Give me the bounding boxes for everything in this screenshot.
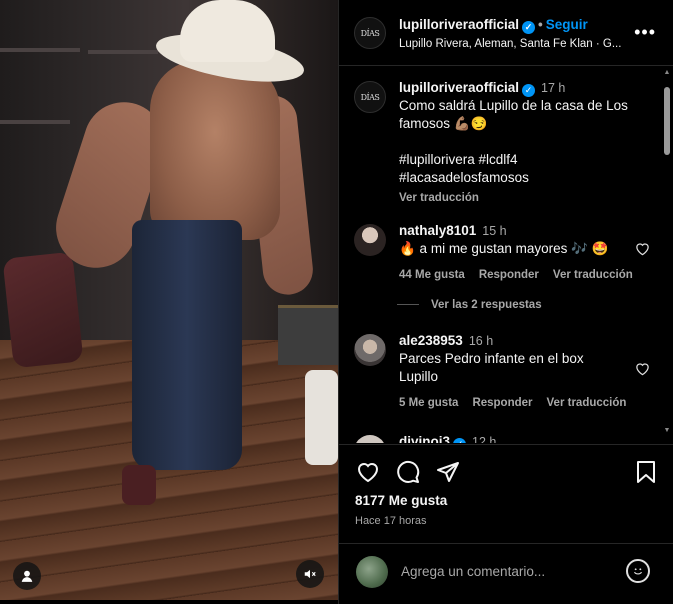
comment-body: divinoj3✓ 12 h bbox=[399, 433, 654, 443]
caption-hashtags[interactable]: #lupillorivera #lcdlf4 bbox=[399, 151, 654, 169]
verified-badge-icon: ✓ bbox=[522, 21, 536, 34]
post-header: DÍAS lupilloriveraofficial ✓ • Seguir Lupil… bbox=[339, 0, 673, 66]
emoji-button[interactable] bbox=[626, 559, 650, 583]
caption-username[interactable]: lupilloriveraofficial bbox=[399, 80, 519, 95]
scroll-down-arrow[interactable]: ▼ bbox=[663, 427, 671, 434]
verified-badge-icon: ✓ bbox=[522, 84, 536, 97]
mute-button[interactable] bbox=[296, 560, 324, 588]
comments-scrollbar[interactable]: ▲ ▼ bbox=[663, 67, 671, 443]
share-button[interactable] bbox=[435, 459, 461, 485]
share-icon bbox=[437, 462, 459, 482]
comment-time: 15 h bbox=[482, 224, 507, 238]
separator-dot: • bbox=[538, 17, 543, 32]
caption-time: 17 h bbox=[541, 81, 566, 95]
author-username[interactable]: lupilloriveraofficial bbox=[399, 17, 519, 32]
heart-icon bbox=[636, 363, 649, 376]
translate-link[interactable]: Ver traducción bbox=[553, 269, 633, 281]
comment-icon bbox=[397, 460, 420, 483]
caption-hashtags[interactable]: #lacasadelosfamosos bbox=[399, 169, 654, 187]
comment-likes[interactable]: 5 Me gusta bbox=[399, 397, 458, 409]
like-button[interactable] bbox=[355, 459, 381, 485]
add-comment-bar: Agrega un comentario... bbox=[339, 543, 673, 604]
comment-meta: 5 Me gusta Responder Ver traducción bbox=[399, 394, 654, 412]
media-white-boot bbox=[305, 370, 338, 465]
comment-body: nathaly8101 15 h 🔥 a mi me gustan mayores… bbox=[399, 222, 654, 284]
comment-meta: 44 Me gusta Responder Ver traducción bbox=[399, 266, 654, 284]
replies-divider bbox=[397, 304, 419, 306]
comment-text: 🔥 a mi me gustan mayores 🎶 🤩 bbox=[399, 241, 609, 256]
avatar-logo-text: DÍAS bbox=[360, 92, 380, 102]
user-tag-button[interactable] bbox=[13, 562, 41, 590]
media-shelf bbox=[0, 120, 70, 124]
like-count[interactable]: 8177 Me gusta bbox=[355, 493, 447, 508]
comment-username[interactable]: divinoj3 bbox=[399, 434, 450, 443]
comment-username[interactable]: nathaly8101 bbox=[399, 223, 476, 238]
comment-time: 16 h bbox=[468, 334, 494, 348]
comments-list: DÍAS lupilloriveraofficial ✓ 17 h Como sal… bbox=[339, 67, 659, 443]
comment-likes[interactable]: 44 Me gusta bbox=[399, 269, 465, 281]
comment-avatar[interactable] bbox=[354, 334, 386, 366]
post-video[interactable] bbox=[0, 0, 338, 600]
comment-button[interactable] bbox=[395, 459, 421, 485]
comment-body: ale238953 16 h Parces Pedro infante en el… bbox=[399, 332, 654, 412]
view-replies-label: Ver las 2 respuestas bbox=[431, 299, 542, 311]
media-shelf bbox=[0, 48, 80, 52]
media-hat bbox=[180, 0, 275, 62]
caption-author-avatar[interactable]: DÍAS bbox=[354, 81, 386, 113]
reply-button[interactable]: Responder bbox=[472, 397, 532, 409]
current-user-avatar bbox=[356, 556, 388, 588]
avatar-logo-text: DÍAS bbox=[360, 28, 380, 38]
scroll-up-arrow[interactable]: ▲ bbox=[663, 69, 671, 76]
media-boot bbox=[2, 251, 84, 369]
comment-input[interactable]: Agrega un comentario... bbox=[401, 564, 545, 579]
comment-avatar[interactable] bbox=[354, 224, 386, 256]
bookmark-icon bbox=[637, 461, 655, 483]
author-avatar[interactable]: DÍAS bbox=[354, 17, 386, 49]
view-replies-button[interactable]: Ver las 2 respuestas bbox=[397, 299, 542, 311]
caption-meta: Ver traducción bbox=[399, 189, 654, 207]
reply-button[interactable]: Responder bbox=[479, 269, 539, 281]
audio-attribution[interactable]: Lupillo Rivera, Aleman, Santa Fe Klan · … bbox=[399, 38, 634, 50]
comment-like-button[interactable] bbox=[635, 242, 650, 259]
comment-username[interactable]: ale238953 bbox=[399, 333, 463, 348]
emoji-icon bbox=[633, 568, 643, 575]
post-viewer: DÍAS lupilloriveraofficial ✓ • Seguir Lupil… bbox=[0, 0, 673, 604]
verified-badge-icon: ✓ bbox=[453, 438, 467, 443]
media-jeans bbox=[132, 220, 242, 470]
comment-time: 12 h bbox=[472, 435, 497, 443]
author-line: lupilloriveraofficial ✓ • Seguir bbox=[399, 17, 588, 34]
translate-link[interactable]: Ver traducción bbox=[399, 192, 479, 204]
caption-body: lupilloriveraofficial ✓ 17 h Como saldrá L… bbox=[399, 79, 654, 207]
save-button[interactable] bbox=[633, 459, 659, 485]
user-tag-icon bbox=[21, 570, 33, 582]
more-options-button[interactable]: ••• bbox=[634, 22, 656, 43]
comment-like-button[interactable] bbox=[635, 362, 650, 379]
media-boot bbox=[122, 465, 156, 505]
post-sidebar: DÍAS lupilloriveraofficial ✓ • Seguir Lupil… bbox=[338, 0, 673, 604]
scroll-thumb[interactable] bbox=[664, 87, 670, 155]
muted-speaker-icon bbox=[304, 569, 316, 579]
heart-icon bbox=[357, 463, 379, 483]
translate-link[interactable]: Ver traducción bbox=[547, 397, 627, 409]
post-timestamp[interactable]: Hace 17 horas bbox=[355, 515, 427, 527]
post-actions: 8177 Me gusta Hace 17 horas bbox=[339, 444, 673, 544]
comment-avatar[interactable] bbox=[354, 435, 386, 443]
media-box bbox=[278, 305, 338, 365]
comment-text: Parces Pedro infante en el box Lupillo bbox=[399, 351, 584, 384]
follow-button[interactable]: Seguir bbox=[546, 17, 588, 32]
caption-text: Como saldrá Lupillo de la casa de Los fa… bbox=[399, 98, 628, 131]
media-shelf bbox=[88, 50, 158, 54]
heart-icon bbox=[636, 243, 649, 256]
media-torso bbox=[150, 60, 280, 240]
